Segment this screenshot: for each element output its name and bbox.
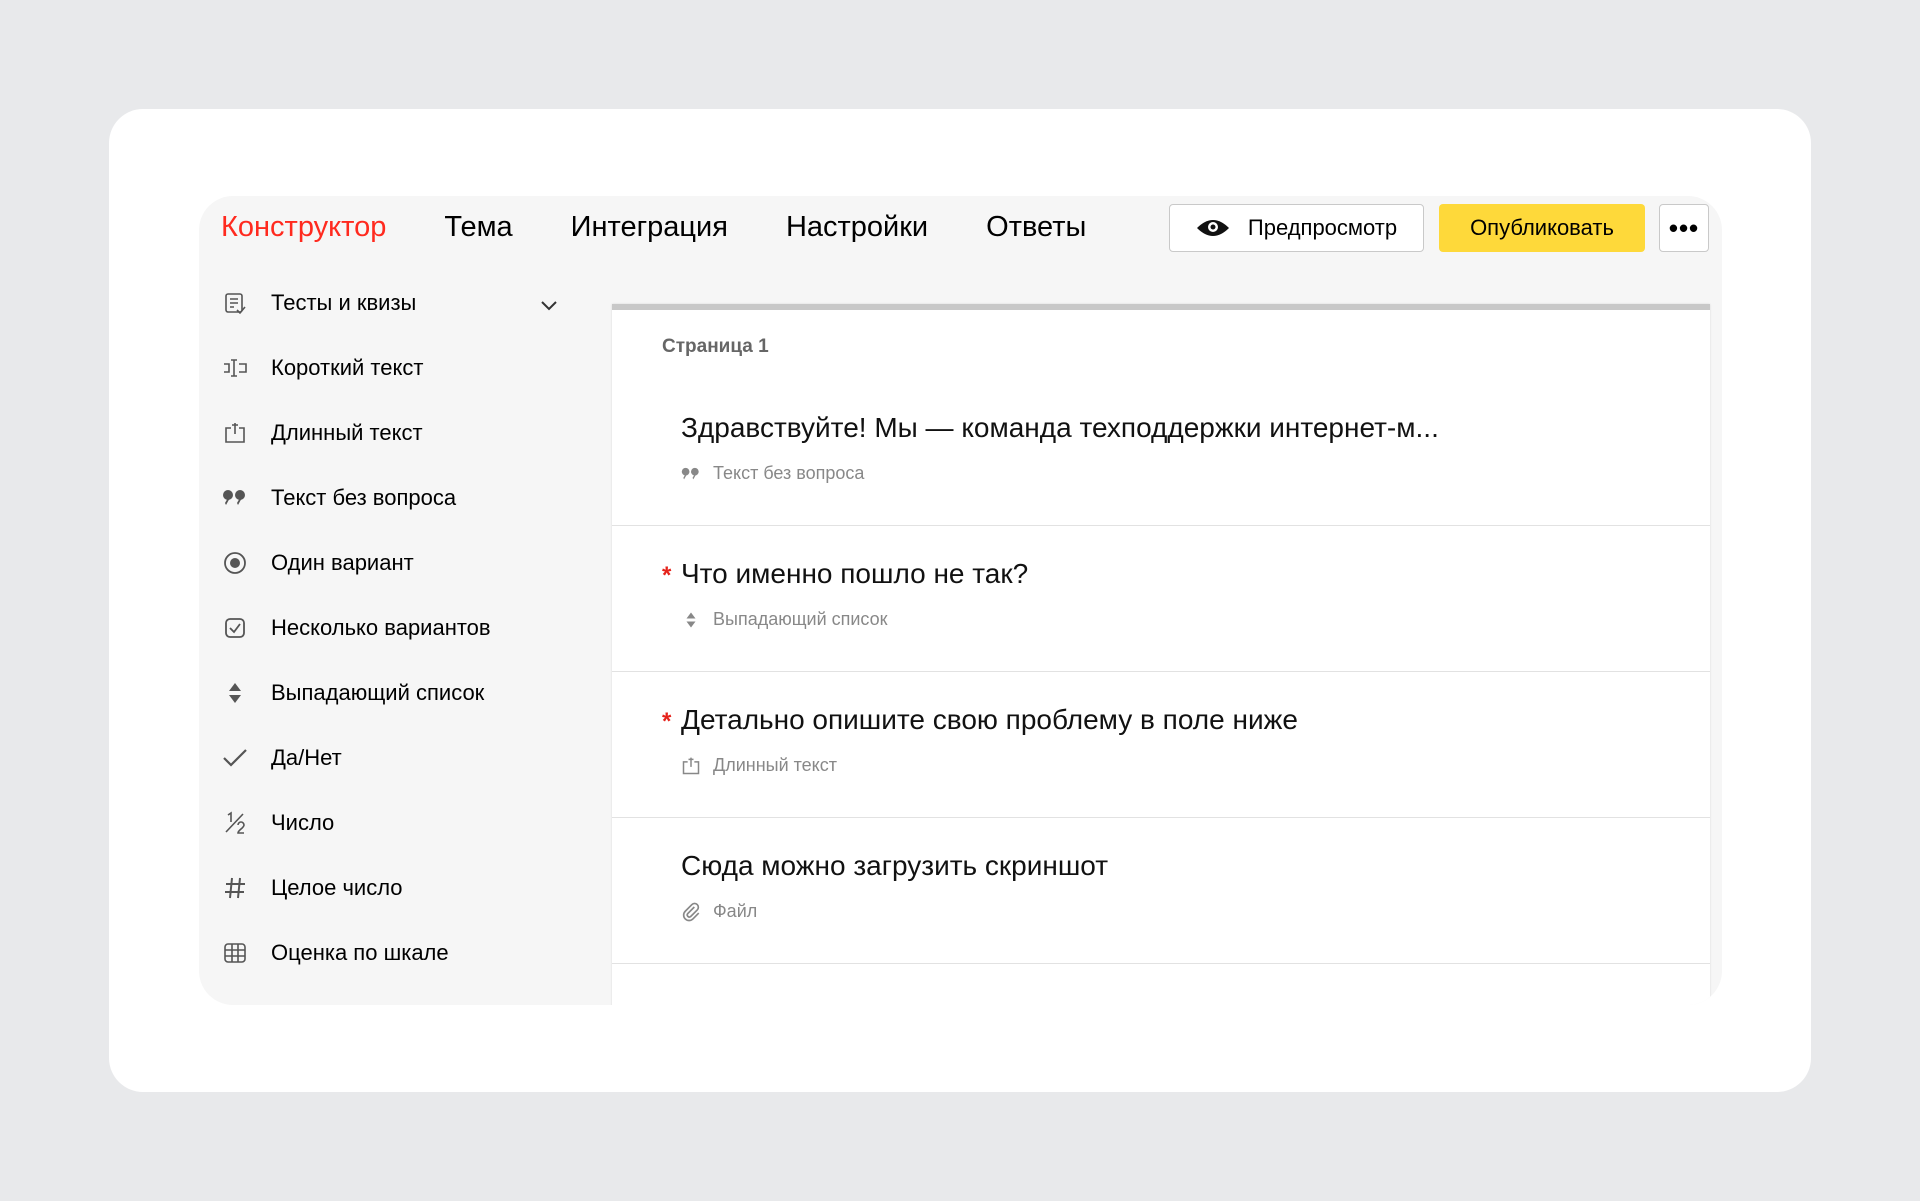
checkbox-icon [221,614,249,642]
question-card[interactable]: Здравствуйте! Мы — команда техподдержки … [612,380,1710,526]
grid-icon [221,939,249,967]
form-builder-app: Конструктор Тема Интеграция Настройки От… [199,196,1722,1005]
tab-theme[interactable]: Тема [444,211,512,244]
sidebar-item-label: Текст без вопроса [271,484,457,510]
question-type: Выпадающий список [681,609,888,630]
fraction-icon [221,809,249,837]
tab-integration[interactable]: Интеграция [571,211,728,244]
question-type-label: Длинный текст [713,755,837,775]
sidebar-item-integer[interactable]: Целое число [221,855,581,920]
question-card[interactable]: * Что именно пошло не так? Выпадающий сп… [612,526,1710,672]
sidebar-item-long-text[interactable]: Длинный текст [221,400,581,465]
radio-icon [221,549,249,577]
long-text-icon [681,756,701,776]
question-type: Длинный текст [681,755,837,776]
dropdown-icon [221,679,249,707]
required-mark: * [662,708,672,735]
question-title: Что именно пошло не так? [681,558,1029,589]
sidebar-item-label: Короткий текст [271,354,424,380]
eye-icon [1196,218,1230,238]
question-type-label: Текст без вопроса [713,463,865,483]
question-type-label: Файл [713,901,758,921]
tab-answers[interactable]: Ответы [986,211,1086,244]
question-type: Текст без вопроса [681,463,864,484]
sidebar-item-label: Выпадающий список [271,679,485,705]
sidebar-item-label: Несколько вариантов [271,614,491,640]
dropdown-icon [681,610,701,630]
sidebar-item-short-text[interactable]: Короткий текст [221,335,581,400]
tab-settings[interactable]: Настройки [786,211,928,244]
sidebar-item-label: Целое число [271,874,403,900]
question-type: Файл [681,901,757,922]
form-canvas: Страница 1 Здравствуйте! Мы — команда те… [612,304,1710,1005]
top-tabs: Конструктор Тема Интеграция Настройки От… [221,196,1144,258]
preview-button[interactable]: Предпросмотр [1169,204,1424,252]
tab-constructor[interactable]: Конструктор [221,211,386,244]
page-title: Страница 1 [662,336,769,357]
question-title: Здравствуйте! Мы — команда техподдержки … [681,412,1439,443]
question-card[interactable]: * Детально опишите свою проблему в поле … [612,672,1710,818]
question-title: Сюда можно загрузить скриншот [681,850,1109,881]
sidebar-item-label: Один вариант [271,549,414,575]
preview-button-label: Предпросмотр [1247,215,1398,240]
sidebar-item-single-choice[interactable]: Один вариант [221,530,581,595]
sidebar-item-scale[interactable]: Оценка по шкале [221,920,581,985]
quote-icon [681,464,701,484]
hash-icon [221,874,249,902]
short-text-icon [221,354,249,382]
question-type-label: Выпадающий список [713,609,888,629]
sidebar-item-label: Да/Нет [271,744,342,770]
more-button[interactable]: ••• [1659,204,1709,252]
question-card[interactable]: Сюда можно загрузить скриншот Файл [612,818,1710,964]
sidebar-item-text-no-question[interactable]: Текст без вопроса [221,465,581,530]
check-icon [221,744,249,772]
sidebar-item-quizzes[interactable]: Тесты и квизы [221,270,581,335]
paperclip-icon [681,902,701,922]
sidebar-item-yes-no[interactable]: Да/Нет [221,725,581,790]
sidebar-item-label: Тесты и квизы [271,289,417,315]
sidebar-item-label: Оценка по шкале [271,939,449,965]
question-title: Детально опишите свою проблему в поле ни… [681,704,1298,735]
sidebar-item-multiple-choice[interactable]: Несколько вариантов [221,595,581,660]
publish-button[interactable]: Опубликовать [1439,204,1645,252]
sidebar-item-label: Длинный текст [271,419,423,445]
sidebar-item-label: Число [271,809,335,835]
required-mark: * [662,562,672,589]
quiz-icon [221,289,249,317]
sidebar-item-dropdown[interactable]: Выпадающий список [221,660,581,725]
quote-icon [221,484,249,512]
chevron-down-icon[interactable] [539,292,559,318]
sidebar-item-number[interactable]: Число [221,790,581,855]
long-text-icon [221,419,249,447]
question-types-sidebar: Тесты и квизы Короткий текст Длинный тек… [221,270,581,985]
